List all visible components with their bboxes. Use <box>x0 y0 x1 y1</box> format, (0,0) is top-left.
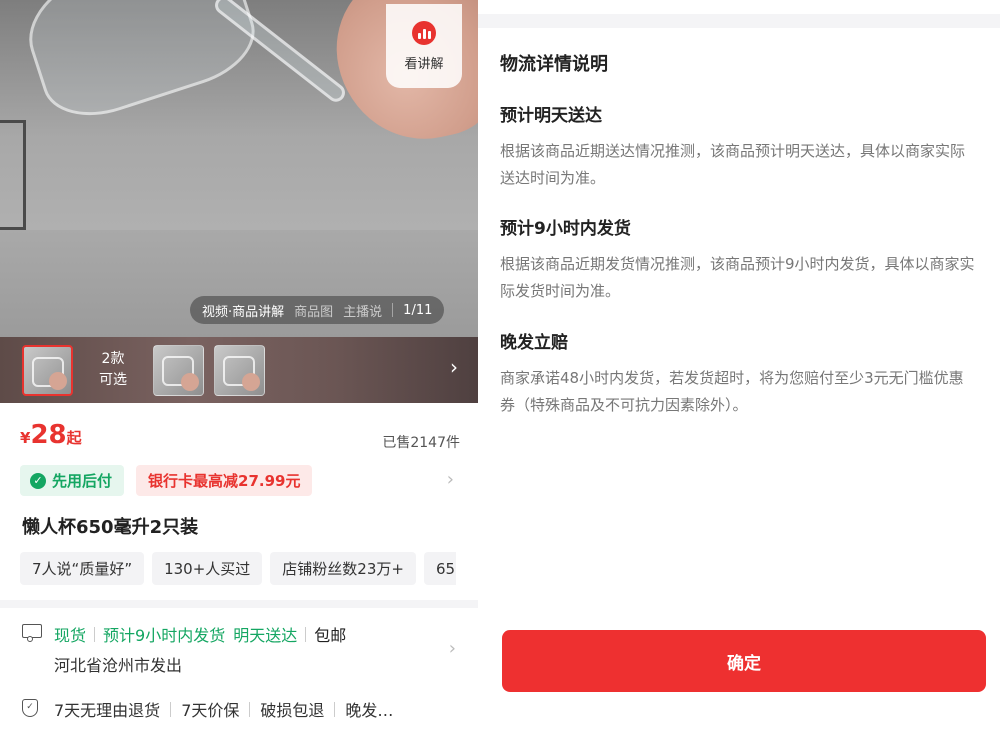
section-divider <box>0 600 478 608</box>
sheet-title: 物流详情说明 <box>500 54 608 75</box>
chevron-right-icon[interactable]: › <box>447 469 454 490</box>
service-item: 7天无理由退货 <box>54 701 161 720</box>
check-shield-icon: ✓ <box>30 472 46 489</box>
free-shipping-label: 包邮 <box>314 626 347 645</box>
variant-count-label: 可选 <box>99 372 127 388</box>
sold-count: 已售2147件 <box>382 435 460 451</box>
pay-later-badge: ✓ 先用后付 <box>20 465 125 496</box>
product-title: 懒人杯650毫升2只装 <box>22 517 199 538</box>
product-media-viewer[interactable]: 看讲解 视频·商品讲解 商品图 主播说 1/11 <box>0 0 478 337</box>
divider <box>170 701 172 717</box>
arrival-label: 明天送达 <box>233 626 298 645</box>
logistics-section: 预计明天送达 根据该商品近期送达情况推测，该商品预计明天送达，具体以商家实际送达… <box>500 101 976 192</box>
product-tag[interactable]: 130+人买过 <box>152 552 263 585</box>
service-item: 破损包退 <box>260 701 325 720</box>
section-body: 根据该商品近期发货情况推测，该商品预计9小时内发货，具体以商家实际发货时间为准。 <box>500 255 975 300</box>
product-tag[interactable]: 650 <box>423 552 456 585</box>
bar-chart-icon <box>412 20 436 45</box>
variant-thumbnail-strip: 2款 可选 <box>0 337 478 403</box>
price: ¥28起 <box>20 420 82 450</box>
logistics-section: 晚发立赔 商家承诺48小时内发货，若发货超时，将为您赔付至少3元无门槛优惠券（特… <box>500 328 976 419</box>
variant-thumbnail[interactable] <box>214 344 265 396</box>
variant-count-number: 2款 <box>101 351 125 367</box>
product-tag[interactable]: 店铺粉丝数23万+ <box>270 552 416 585</box>
service-item: 7天价保 <box>181 701 240 720</box>
media-page-indicator: 1/11 <box>403 302 433 318</box>
truck-icon <box>22 624 42 642</box>
product-detail-panel: 看讲解 视频·商品讲解 商品图 主播说 1/11 2款 可选 › ¥28起 已售… <box>0 0 478 731</box>
product-tags: 7人说“质量好” 130+人买过 店铺粉丝数23万+ 650 <box>20 552 456 586</box>
divider <box>334 701 336 717</box>
tab-host-talk[interactable]: 主播说 <box>343 301 382 320</box>
logistics-section: 预计9小时内发货 根据该商品近期发货情况推测，该商品预计9小时内发货，具体以商家… <box>500 214 976 305</box>
bank-discount-badge: 银行卡最高减27.99元 <box>136 465 313 496</box>
view-explanation-label: 看讲解 <box>404 56 444 72</box>
service-guarantee-row[interactable]: ✓ 7天无理由退货 7天价保 破损包退 晚发… <box>22 695 462 725</box>
section-heading: 预计9小时内发货 <box>500 219 631 239</box>
logistics-detail-sheet: 物流详情说明 预计明天送达 根据该商品近期送达情况推测，该商品预计明天送达，具体… <box>478 0 1000 731</box>
price-row: ¥28起 已售2147件 <box>20 420 460 456</box>
divider <box>249 701 251 717</box>
section-body: 根据该商品近期送达情况推测，该商品预计明天送达，具体以商家实际送达时间为准。 <box>500 142 966 187</box>
price-suffix: 起 <box>66 429 82 447</box>
pay-later-label: 先用后付 <box>52 472 113 490</box>
shipping-info-row[interactable]: 现货 预计9小时内发货 明天送达 包邮 河北省沧州市发出 › <box>22 622 462 682</box>
variant-thumbnail[interactable] <box>153 344 204 396</box>
ship-origin: 河北省沧州市发出 <box>54 656 183 675</box>
in-stock-label: 现货 <box>54 626 87 645</box>
confirm-button[interactable]: 确定 <box>502 630 986 692</box>
service-items: 7天无理由退货 7天价保 破损包退 晚发… <box>54 697 393 721</box>
tab-product-images[interactable]: 商品图 <box>294 301 333 320</box>
chevron-right-icon[interactable]: › <box>450 355 458 379</box>
sheet-top-divider <box>478 14 1000 28</box>
photo-frame-decor <box>0 120 26 230</box>
variant-count[interactable]: 2款 可选 <box>83 349 143 391</box>
product-tag[interactable]: 7人说“质量好” <box>20 552 145 585</box>
section-heading: 晚发立赔 <box>500 333 568 353</box>
divider <box>305 626 307 642</box>
divider <box>94 626 96 642</box>
chevron-right-icon[interactable]: › <box>449 638 456 659</box>
price-currency: ¥ <box>20 429 31 447</box>
section-heading: 预计明天送达 <box>500 106 602 126</box>
bank-discount-label: 银行卡最高减27.99元 <box>148 472 301 490</box>
promo-row[interactable]: ✓ 先用后付 银行卡最高减27.99元 › <box>20 465 460 497</box>
section-body: 商家承诺48小时内发货，若发货超时，将为您赔付至少3元无门槛优惠券（特殊商品及不… <box>500 369 964 414</box>
ship-time-label: 预计9小时内发货 <box>103 626 226 645</box>
variant-thumbnail[interactable] <box>22 344 73 396</box>
price-value: 28 <box>30 420 67 450</box>
shipping-summary: 现货 预计9小时内发货 明天送达 包邮 <box>54 622 346 646</box>
view-explanation-button[interactable]: 看讲解 <box>386 4 462 88</box>
shield-check-icon: ✓ <box>22 699 38 717</box>
media-tab-bar: 视频·商品讲解 商品图 主播说 1/11 <box>190 296 445 324</box>
tab-video-explanation[interactable]: 视频·商品讲解 <box>202 301 284 320</box>
service-item: 晚发… <box>345 701 394 720</box>
tab-divider <box>392 303 394 317</box>
